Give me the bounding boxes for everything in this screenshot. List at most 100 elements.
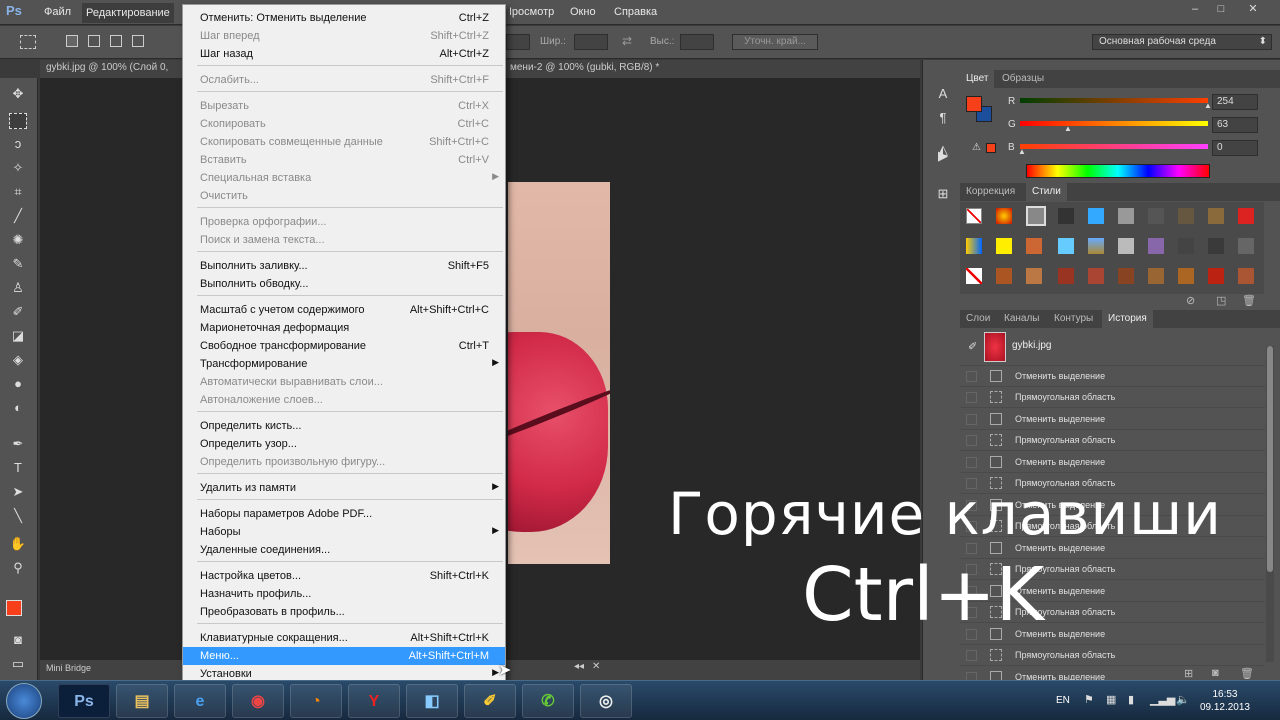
style-swatch[interactable] [1026,206,1046,226]
workspace-select[interactable]: Основная рабочая среда ⬍ [1092,34,1272,50]
style-none-icon[interactable] [966,208,982,224]
style-swatch[interactable] [1088,208,1104,224]
checkbox[interactable] [966,435,977,446]
width-input[interactable] [574,34,608,50]
style-swatch[interactable] [1058,208,1074,224]
new-selection-icon[interactable] [66,35,78,47]
network-icon[interactable]: ▦ [1106,693,1116,706]
checkbox[interactable] [966,392,977,403]
channel-r-input[interactable]: 254 [1212,94,1258,110]
channel-r-slider[interactable] [1020,98,1208,103]
history-scrollbar[interactable] [1266,346,1274,662]
menu-undo[interactable]: Отменить: Отменить выделение Ctrl+Z [183,9,505,27]
checkbox[interactable] [966,371,977,382]
menu-copy[interactable]: Скопировать Ctrl+C [183,115,505,133]
eyedropper-icon[interactable]: ╱ [8,206,28,226]
paint-bucket-icon[interactable]: ◈ [8,350,28,370]
tab-color[interactable]: Цвет [960,70,995,88]
channel-g-input[interactable]: 63 [1212,117,1258,133]
quick-mask-icon[interactable]: ◙ [8,630,28,650]
taskbar-photoshop-icon[interactable]: Ps [58,684,110,718]
type-tool-icon[interactable]: T [8,458,28,478]
close-panel-icon[interactable]: ✕ [592,661,600,672]
style-swatch[interactable] [1088,238,1104,254]
menu-purge[interactable]: Удалить из памяти ▶ [183,479,505,497]
trash-icon[interactable]: 🗑 [1240,667,1254,680]
style-swatch[interactable] [1118,268,1134,284]
menu-define-brush[interactable]: Определить кисть... [183,417,505,435]
history-brush-icon[interactable]: ✐ [8,302,28,322]
move-tool-icon[interactable]: ✥ [8,84,28,104]
menu-file[interactable]: Файл [44,6,71,18]
menu-window[interactable]: Окно [570,6,596,18]
menu-copy-merged[interactable]: Скопировать совмещенные данные Shift+Ctrl… [183,133,505,151]
history-snapshot[interactable]: ✐ gybki.jpg [960,330,1265,366]
taskbar-explorer-icon[interactable]: ▤ [116,684,168,718]
power-icon[interactable]: ▮ [1128,693,1134,706]
menu-fade[interactable]: Ослабить... Shift+Ctrl+F [183,71,505,89]
screen-mode-icon[interactable]: ▭ [8,654,28,674]
healing-brush-icon[interactable]: ✺ [8,230,28,250]
menu-clear[interactable]: Очистить [183,187,505,205]
style-swatch[interactable] [1148,208,1164,224]
path-selection-icon[interactable]: ➤ [8,482,28,502]
tab-swatches[interactable]: Образцы [1002,73,1044,84]
system-clock[interactable]: 16:53 09.12.2013 [1200,688,1250,714]
menu-cut[interactable]: Вырезать Ctrl+X [183,97,505,115]
style-swatch[interactable] [1148,268,1164,284]
style-swatch[interactable] [1088,268,1104,284]
menu-paste[interactable]: Вставить Ctrl+V [183,151,505,169]
start-button-icon[interactable] [6,683,42,719]
volume-icon[interactable]: 🔈 [1176,693,1190,706]
tab-channels[interactable]: Каналы [1004,313,1040,324]
eraser-icon[interactable]: ◪ [8,326,28,346]
menu-presets[interactable]: Наборы ▶ [183,523,505,541]
menu-color-settings[interactable]: Настройка цветов... Shift+Ctrl+K [183,567,505,585]
language-indicator[interactable]: EN [1056,695,1070,706]
slider-g-handle-icon[interactable]: ▲ [1064,124,1072,133]
style-swatch[interactable] [1026,238,1042,254]
menu-free-transform[interactable]: Свободное трансформирование Ctrl+T [183,337,505,355]
tab-styles[interactable]: Стили [1026,183,1067,201]
add-selection-icon[interactable] [88,35,100,47]
tab-paths[interactable]: Контуры [1054,313,1093,324]
taskbar-tool-icon[interactable]: ✐ [464,684,516,718]
history-brush-source-icon[interactable]: ✐ [968,340,977,353]
style-swatch[interactable] [1208,238,1224,254]
collapse-icon[interactable]: ◂◂ [574,661,584,672]
style-swatch[interactable] [1208,268,1224,284]
marquee-tool-icon[interactable] [20,35,36,49]
menu-paste-special[interactable]: Специальная вставка ▶ [183,169,505,187]
foreground-color-swatch[interactable] [966,96,982,112]
style-swatch[interactable] [1148,238,1164,254]
menu-convert-profile[interactable]: Преобразовать в профиль... [183,603,505,621]
menu-step-back[interactable]: Шаг назад Alt+Ctrl+Z [183,45,505,63]
menu-keyboard-shortcuts[interactable]: Клавиатурные сокращения... Alt+Shift+Ctrl… [183,629,505,647]
tab-history[interactable]: История [1102,310,1153,328]
slider-r-handle-icon[interactable]: ▲ [1204,101,1212,110]
zoom-tool-icon[interactable]: ⚲ [8,558,28,578]
maximize-icon[interactable]: □ [1206,0,1236,18]
close-icon[interactable]: ✕ [1238,0,1268,18]
style-swatch[interactable] [1238,268,1254,284]
checkbox[interactable] [966,414,977,425]
tab-doc-gybki[interactable]: gybki.jpg @ 100% (Слой 0, [46,62,168,73]
style-swatch[interactable] [1058,268,1074,284]
history-row[interactable]: Прямоугольная область [960,430,1265,451]
taskbar-firefox-icon[interactable]: ◔ [290,684,342,718]
style-swatch[interactable] [996,208,1012,224]
taskbar-app-icon[interactable]: ◧ [406,684,458,718]
style-swatch[interactable] [996,268,1012,284]
menu-auto-align[interactable]: Автоматически выравнивать слои... [183,373,505,391]
taskbar-obs-icon[interactable]: ◎ [580,684,632,718]
subtract-selection-icon[interactable] [110,35,122,47]
flag-icon[interactable]: ⚑ [1084,693,1094,706]
history-row[interactable]: Отменить выделение [960,409,1265,430]
tab-layers[interactable]: Слои [966,313,990,324]
channel-b-input[interactable]: 0 [1212,140,1258,156]
menu-remote-connections[interactable]: Удаленные соединения... [183,541,505,559]
taskbar-yandex-icon[interactable]: Y [348,684,400,718]
menu-define-shape[interactable]: Определить произвольную фигуру... [183,453,505,471]
magic-wand-icon[interactable]: ✧ [8,158,28,178]
channel-g-slider[interactable] [1020,121,1208,126]
